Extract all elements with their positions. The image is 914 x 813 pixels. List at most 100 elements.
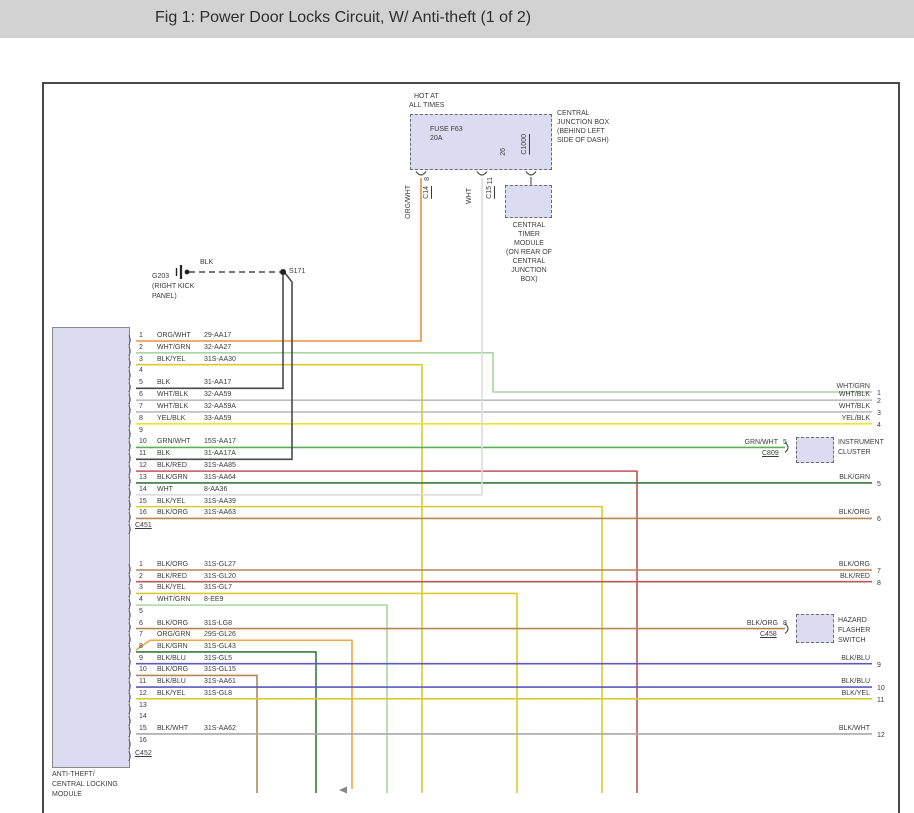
pin-bracket-c452-8: ) (128, 646, 131, 656)
wire-color-label-c452-2: BLK/RED (157, 572, 187, 581)
pin-bracket-c452-2: ) (128, 576, 131, 586)
pin-number-c452-8: 8 (139, 642, 143, 651)
wire-color-label-c451-15: BLK/YEL (157, 497, 185, 506)
ground-loc-label-2: PANEL) (152, 292, 177, 301)
pin-bracket-c452-5: ) (128, 611, 131, 621)
pin-bracket-c451-14: ) (128, 489, 131, 499)
timer-label-3: MODULE (496, 239, 562, 248)
connector-label-c1000: C1000 (521, 134, 529, 155)
right-edge-pin-9: 9 (877, 661, 881, 670)
junction-box-label-2: JUNCTION BOX (557, 118, 609, 127)
right-edge-pin-7: 7 (877, 567, 881, 576)
wire-color-label-c451-12: BLK/RED (157, 461, 187, 470)
pin-number-c452-15: 15 (139, 724, 147, 733)
wire-color-label-c452-12: BLK/YEL (157, 689, 185, 698)
circuit-label-c451-14: 8-AA36 (204, 485, 227, 494)
wire-color-label-c452-7: ORG/GRN (157, 630, 190, 639)
wire-color-label-c451-11: BLK (157, 449, 170, 458)
circuit-label-c451-8: 33-AA59 (204, 414, 231, 423)
wire-color-label-c451-8: YEL/BLK (157, 414, 185, 423)
pin-bracket-c452-7: ) (128, 635, 131, 645)
wire-color-label-c452-4: WHT/GRN (157, 595, 190, 604)
pin-number-c451-10: 10 (139, 437, 147, 446)
pin-number-c451-11: 11 (139, 449, 146, 458)
pin-number-c451-4: 4 (139, 366, 143, 375)
right-edge-pin-3: 3 (877, 409, 881, 418)
circuit-label-c452-3: 31S-GL7 (204, 583, 232, 592)
pin-bracket-c451-12: ) (128, 466, 131, 476)
circuit-label-c451-1: 29-AA17 (204, 331, 231, 340)
junction-box-label-4: SIDE OF DASH) (557, 136, 609, 145)
pin-bracket-c451-10: ) (128, 442, 131, 452)
circuit-label-c451-2: 32-AA27 (204, 343, 231, 352)
pin-bracket-c451-4: ) (128, 371, 131, 381)
timer-label-6: JUNCTION (496, 266, 562, 275)
central-timer-module-box (505, 185, 552, 218)
pin-bracket-c451-6: ) (128, 395, 131, 405)
right-edge-pin-5: 5 (877, 480, 881, 489)
pin-bracket-c452-12: ) (128, 693, 131, 703)
pin-bracket-c451-2: ) (128, 347, 131, 357)
pin-bracket-c451-3: ) (128, 359, 131, 369)
module-label-2: CENTRAL LOCKING (52, 780, 118, 789)
right-edge-wire-label-10: BLK/BLU (742, 677, 870, 686)
pin-number-c451-14: 14 (139, 485, 147, 494)
pin-number-c452-7: 7 (139, 630, 143, 639)
connector-label-c15: C15 (486, 186, 494, 199)
pin-bracket-c452-14: ) (128, 717, 131, 727)
wire-color-label-c451-14: WHT (157, 485, 173, 494)
circuit-label-c451-15: 31S-AA39 (204, 497, 236, 506)
circuit-label-c451-6: 32-AA59 (204, 390, 231, 399)
pin-bracket-c452-15: ) (128, 728, 131, 738)
circuit-label-c451-16: 31S-AA63 (204, 508, 236, 517)
circuit-label-c452-1: 31S-GL27 (204, 560, 236, 569)
cluster-label-2: CLUSTER (838, 448, 871, 457)
wire-color-label-c452-6: BLK/ORG (157, 619, 188, 628)
pin-number-c452-16: 16 (139, 736, 147, 745)
pin-number-c451-3: 3 (139, 355, 143, 364)
continuation-arrow-icon (339, 787, 347, 794)
pin-number-c451-5: 5 (139, 378, 143, 387)
connector-arc-icon (416, 172, 426, 176)
circuit-label-c452-9: 31S-GL5 (204, 654, 232, 663)
cluster-wire-label: GRN/WHT (700, 438, 778, 447)
pin-number-c451-7: 7 (139, 402, 143, 411)
wire-c452-3-blk-yel (136, 593, 517, 793)
pin-number-c451-1: 1 (139, 331, 143, 340)
pin-number-c451-13: 13 (139, 473, 147, 482)
pin-bracket-c452-end: ) (128, 752, 131, 762)
hazard-switch-box (796, 614, 834, 643)
pin-number-c452-11: 11 (139, 677, 146, 686)
pin-number-c452-13: 13 (139, 701, 147, 710)
pin-number-c451-15: 15 (139, 497, 147, 506)
wire-label-org-wht: ORG/WHT (405, 185, 413, 219)
circuit-label-c452-15: 31S-AA62 (204, 724, 236, 733)
pin-label-c1000: 26 (500, 148, 508, 156)
right-edge-wire-label-11: BLK/YEL (742, 689, 870, 698)
right-edge-wire-label-7: BLK/ORG (742, 560, 870, 569)
wire-color-label-c452-15: BLK/WHT (157, 724, 188, 733)
right-edge-wire-label-4: YEL/BLK (742, 414, 870, 423)
circuit-label-c451-11: 31-AA17A (204, 449, 236, 458)
pin-number-c452-9: 9 (139, 654, 143, 663)
right-edge-wire-label-8: BLK/RED (742, 572, 870, 581)
fuse-label: FUSE F63 (430, 125, 463, 134)
ground-wire-label: BLK (200, 258, 213, 267)
right-edge-wire-label-3: WHT/BLK (742, 402, 870, 411)
right-edge-pin-2: 2 (877, 397, 881, 406)
pin-bracket-c451-9: ) (128, 430, 131, 440)
right-edge-pin-11: 11 (877, 696, 884, 705)
junction-box-label-3: (BEHIND LEFT (557, 127, 605, 136)
pin-number-c452-3: 3 (139, 583, 143, 592)
pin-bracket-c452-10: ) (128, 670, 131, 680)
pin-number-c451-9: 9 (139, 426, 143, 435)
circuit-label-c452-2: 31S-GL20 (204, 572, 236, 581)
pin-number-c451-6: 6 (139, 390, 143, 399)
wire-color-label-c451-6: WHT/BLK (157, 390, 188, 399)
pin-bracket-c451-5: ) (128, 383, 131, 393)
timer-label-2: TIMER (496, 230, 562, 239)
circuit-label-c451-10: 15S-AA17 (204, 437, 236, 446)
pin-number-c451-2: 2 (139, 343, 143, 352)
connector-label-c809: C809 (762, 449, 779, 458)
wire-color-label-c451-7: WHT/BLK (157, 402, 188, 411)
